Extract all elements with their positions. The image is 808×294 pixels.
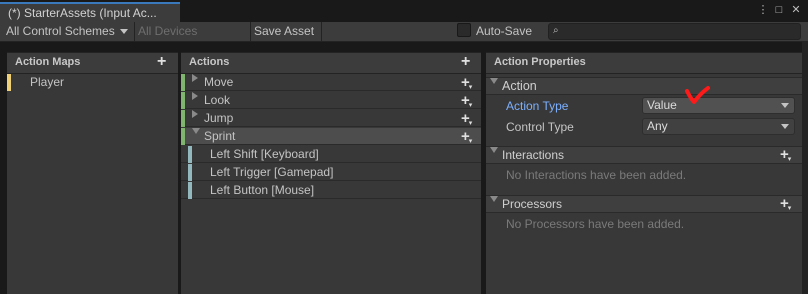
interactions-section-label: Interactions — [502, 148, 565, 162]
chevron-down-icon — [120, 29, 129, 35]
collapse-arrow-icon[interactable] — [192, 128, 200, 134]
chevron-down-icon — [781, 103, 789, 108]
action-color-strip — [181, 92, 185, 109]
control-schemes-label: All Control Schemes — [6, 24, 115, 38]
action-label: Sprint — [204, 129, 236, 143]
action-item-move[interactable]: Move +▾ — [181, 74, 481, 91]
toolbar-divider — [321, 22, 322, 41]
control-schemes-dropdown[interactable]: All Control Schemes — [2, 22, 132, 41]
interactions-empty-text: No Interactions have been added. — [506, 168, 687, 182]
processors-empty-text: No Processors have been added. — [506, 217, 685, 231]
action-section-header[interactable]: Action — [486, 77, 802, 95]
action-type-dropdown[interactable]: Value — [642, 97, 795, 114]
action-properties-title: Action Properties — [494, 56, 586, 68]
control-type-value: Any — [647, 119, 668, 133]
binding-label: Left Trigger [Gamepad] — [210, 165, 334, 179]
window-tab[interactable]: (*) StarterAssets (Input Ac... — [0, 2, 180, 22]
chevron-down-icon — [781, 124, 789, 129]
add-action-icon[interactable]: + — [461, 54, 470, 70]
auto-save-checkbox[interactable] — [457, 23, 471, 37]
close-icon[interactable]: ✕ — [789, 3, 803, 17]
interactions-section-header[interactable]: Interactions +▾ — [486, 146, 802, 164]
binding-item[interactable]: Left Button [Mouse] — [181, 182, 481, 199]
devices-dropdown[interactable]: All Devices — [134, 22, 201, 41]
add-action-map-icon[interactable]: + — [157, 54, 166, 70]
action-color-strip — [181, 74, 185, 91]
action-item-look[interactable]: Look +▾ — [181, 92, 481, 109]
actions-title: Actions — [189, 56, 230, 68]
auto-save-label: Auto-Save — [476, 24, 533, 38]
actions-header: Actions + — [181, 53, 481, 74]
action-map-item[interactable]: Player — [7, 74, 178, 91]
binding-label: Left Button [Mouse] — [210, 183, 315, 197]
action-label: Jump — [204, 111, 234, 125]
action-color-strip — [181, 128, 185, 145]
checkmark-annotation — [685, 86, 710, 104]
processors-section-label: Processors — [502, 197, 563, 211]
add-interaction-icon[interactable]: +▾ — [780, 147, 791, 167]
binding-color-strip — [188, 164, 192, 181]
action-maps-panel: Action Maps + Player — [7, 52, 178, 294]
action-maps-title: Action Maps — [15, 56, 81, 68]
action-item-jump[interactable]: Jump +▾ — [181, 110, 481, 127]
action-section-label: Action — [502, 79, 537, 93]
expand-arrow-icon[interactable] — [192, 92, 198, 100]
action-maps-header: Action Maps + — [7, 53, 178, 74]
expand-arrow-icon[interactable] — [192, 74, 198, 82]
save-asset-button[interactable]: Save Asset — [250, 22, 318, 41]
actions-panel: Actions + Move +▾ Look +▾ Jump +▾ Sprint… — [181, 52, 481, 294]
binding-color-strip — [188, 182, 192, 199]
search-input[interactable]: ⌕ — [548, 23, 801, 40]
scrollbar-track[interactable] — [802, 42, 808, 294]
action-properties-header: Action Properties — [486, 53, 802, 74]
maximize-icon[interactable]: □ — [772, 3, 786, 17]
control-type-label: Control Type — [506, 120, 574, 134]
collapse-arrow-icon — [490, 78, 498, 84]
action-properties-panel: Action Properties Action Action Type Val… — [486, 52, 802, 294]
window-titlebar: (*) StarterAssets (Input Ac... ⋮ □ ✕ — [0, 0, 808, 22]
control-type-dropdown[interactable]: Any — [642, 118, 795, 135]
action-map-label: Player — [30, 75, 65, 89]
toolbar: All Control Schemes All Devices Save Ass… — [0, 22, 808, 42]
collapse-arrow-icon — [490, 196, 498, 202]
add-processor-icon[interactable]: +▾ — [780, 196, 791, 216]
action-label: Look — [204, 93, 231, 107]
binding-label: Left Shift [Keyboard] — [210, 147, 319, 161]
binding-color-strip — [188, 146, 192, 163]
action-item-sprint[interactable]: Sprint +▾ — [181, 128, 481, 145]
action-label: Move — [204, 75, 234, 89]
binding-item[interactable]: Left Shift [Keyboard] — [181, 146, 481, 163]
binding-item[interactable]: Left Trigger [Gamepad] — [181, 164, 481, 181]
more-options-icon[interactable]: ⋮ — [756, 3, 770, 17]
expand-arrow-icon[interactable] — [192, 110, 198, 118]
collapse-arrow-icon — [490, 147, 498, 153]
action-map-color-strip — [7, 74, 11, 91]
action-type-value: Value — [647, 98, 677, 112]
action-color-strip — [181, 110, 185, 127]
search-icon: ⌕ — [553, 25, 559, 36]
processors-section-header[interactable]: Processors +▾ — [486, 195, 802, 213]
action-type-label: Action Type — [506, 99, 569, 113]
